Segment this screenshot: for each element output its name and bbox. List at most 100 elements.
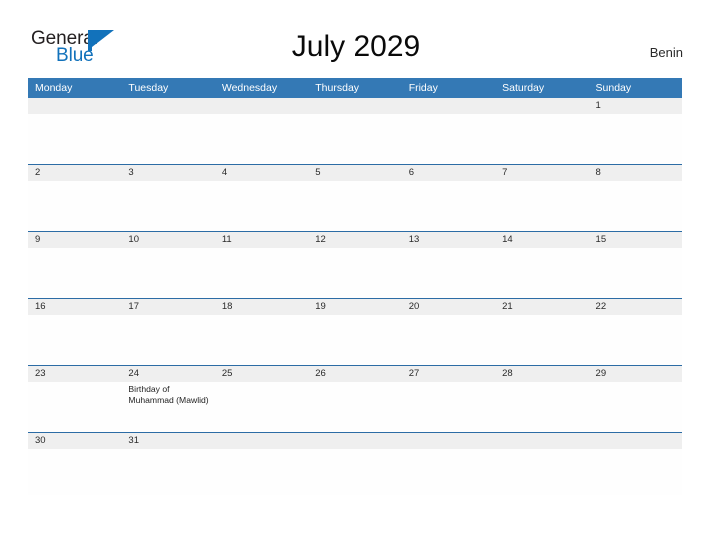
calendar-weeks: 1 2 3 4 5 6 7 8 9 10 11 12 13 14 15 16 17 18 19 20 21 22 23 24 2… (28, 98, 682, 495)
day-number-29[interactable]: 29 (589, 366, 682, 382)
day-cell-26[interactable] (308, 382, 401, 432)
day-cell-empty (308, 449, 401, 495)
week-body-row (28, 114, 682, 164)
day-number-8[interactable]: 8 (589, 165, 682, 181)
calendar-week-row: 23 24 25 26 27 28 29 Birthday of Muhammad (Mawl… (28, 365, 682, 432)
day-number-2[interactable]: 2 (28, 165, 121, 181)
week-body-row (28, 315, 682, 365)
day-cell-27[interactable] (402, 382, 495, 432)
day-number-15[interactable]: 15 (589, 232, 682, 248)
day-number-4[interactable]: 4 (215, 165, 308, 181)
weekday-header-saturday: Saturday (502, 82, 545, 94)
day-number-19[interactable]: 19 (308, 299, 401, 315)
day-cell-1[interactable] (589, 114, 682, 164)
day-cell-7[interactable] (495, 181, 588, 231)
day-number-empty (495, 98, 588, 114)
day-cell-empty (28, 114, 121, 164)
day-number-28[interactable]: 28 (495, 366, 588, 382)
day-number-16[interactable]: 16 (28, 299, 121, 315)
day-cell-empty (402, 449, 495, 495)
day-number-5[interactable]: 5 (308, 165, 401, 181)
day-cell-2[interactable] (28, 181, 121, 231)
day-cell-6[interactable] (402, 181, 495, 231)
day-number-3[interactable]: 3 (121, 165, 214, 181)
day-number-12[interactable]: 12 (308, 232, 401, 248)
day-number-1[interactable]: 1 (589, 98, 682, 114)
day-cell-empty (215, 449, 308, 495)
day-number-14[interactable]: 14 (495, 232, 588, 248)
day-number-21[interactable]: 21 (495, 299, 588, 315)
weekday-header-row: Monday Tuesday Wednesday Thursday Friday Satu… (28, 78, 682, 98)
day-cell-3[interactable] (121, 181, 214, 231)
day-cell-empty (215, 114, 308, 164)
day-number-30[interactable]: 30 (28, 433, 121, 449)
day-cell-19[interactable] (308, 315, 401, 365)
calendar-grid: Monday Tuesday Wednesday Thursday Friday Satu… (28, 78, 682, 495)
day-number-empty (495, 433, 588, 449)
holiday-event: Birthday of Muhammad (Mawlid) (128, 384, 209, 405)
calendar-page: General Blue July 2029 Benin Monday Tuesd… (0, 0, 712, 550)
day-cell-12[interactable] (308, 248, 401, 298)
day-number-24[interactable]: 24 (121, 366, 214, 382)
day-number-23[interactable]: 23 (28, 366, 121, 382)
day-cell-30[interactable] (28, 449, 121, 495)
week-date-strip: 9 10 11 12 13 14 15 (28, 232, 682, 248)
day-number-empty (402, 98, 495, 114)
day-cell-9[interactable] (28, 248, 121, 298)
day-number-empty (402, 433, 495, 449)
day-number-6[interactable]: 6 (402, 165, 495, 181)
week-date-strip: 23 24 25 26 27 28 29 (28, 366, 682, 382)
day-number-10[interactable]: 10 (121, 232, 214, 248)
day-cell-4[interactable] (215, 181, 308, 231)
week-date-strip: 30 31 (28, 433, 682, 449)
day-number-26[interactable]: 26 (308, 366, 401, 382)
day-number-27[interactable]: 27 (402, 366, 495, 382)
day-cell-20[interactable] (402, 315, 495, 365)
day-number-17[interactable]: 17 (121, 299, 214, 315)
country-label: Benin (649, 45, 683, 60)
day-number-empty (215, 98, 308, 114)
day-cell-empty (308, 114, 401, 164)
day-cell-11[interactable] (215, 248, 308, 298)
day-number-empty (28, 98, 121, 114)
day-cell-22[interactable] (589, 315, 682, 365)
day-cell-17[interactable] (121, 315, 214, 365)
day-number-7[interactable]: 7 (495, 165, 588, 181)
day-cell-5[interactable] (308, 181, 401, 231)
calendar-week-row: 16 17 18 19 20 21 22 (28, 298, 682, 365)
day-cell-16[interactable] (28, 315, 121, 365)
day-cell-24[interactable]: Birthday of Muhammad (Mawlid) (121, 382, 214, 432)
day-cell-empty (402, 114, 495, 164)
day-cell-empty (121, 114, 214, 164)
day-cell-21[interactable] (495, 315, 588, 365)
day-number-25[interactable]: 25 (215, 366, 308, 382)
day-cell-13[interactable] (402, 248, 495, 298)
weekday-header-monday: Monday (35, 82, 73, 94)
week-date-strip: 16 17 18 19 20 21 22 (28, 299, 682, 315)
day-number-9[interactable]: 9 (28, 232, 121, 248)
day-number-13[interactable]: 13 (402, 232, 495, 248)
day-cell-31[interactable] (121, 449, 214, 495)
day-cell-23[interactable] (28, 382, 121, 432)
day-cell-10[interactable] (121, 248, 214, 298)
calendar-week-row: 9 10 11 12 13 14 15 (28, 231, 682, 298)
day-number-20[interactable]: 20 (402, 299, 495, 315)
day-number-22[interactable]: 22 (589, 299, 682, 315)
page-header: General Blue July 2029 Benin (0, 0, 712, 78)
day-number-11[interactable]: 11 (215, 232, 308, 248)
day-number-empty (589, 433, 682, 449)
week-body-row: Birthday of Muhammad (Mawlid) (28, 382, 682, 432)
day-cell-8[interactable] (589, 181, 682, 231)
week-body-row (28, 449, 682, 495)
week-date-strip: 1 (28, 98, 682, 114)
day-cell-empty (495, 449, 588, 495)
day-cell-18[interactable] (215, 315, 308, 365)
day-cell-25[interactable] (215, 382, 308, 432)
day-cell-28[interactable] (495, 382, 588, 432)
day-cell-14[interactable] (495, 248, 588, 298)
day-number-empty (121, 98, 214, 114)
day-number-31[interactable]: 31 (121, 433, 214, 449)
day-cell-29[interactable] (589, 382, 682, 432)
day-number-18[interactable]: 18 (215, 299, 308, 315)
day-cell-15[interactable] (589, 248, 682, 298)
